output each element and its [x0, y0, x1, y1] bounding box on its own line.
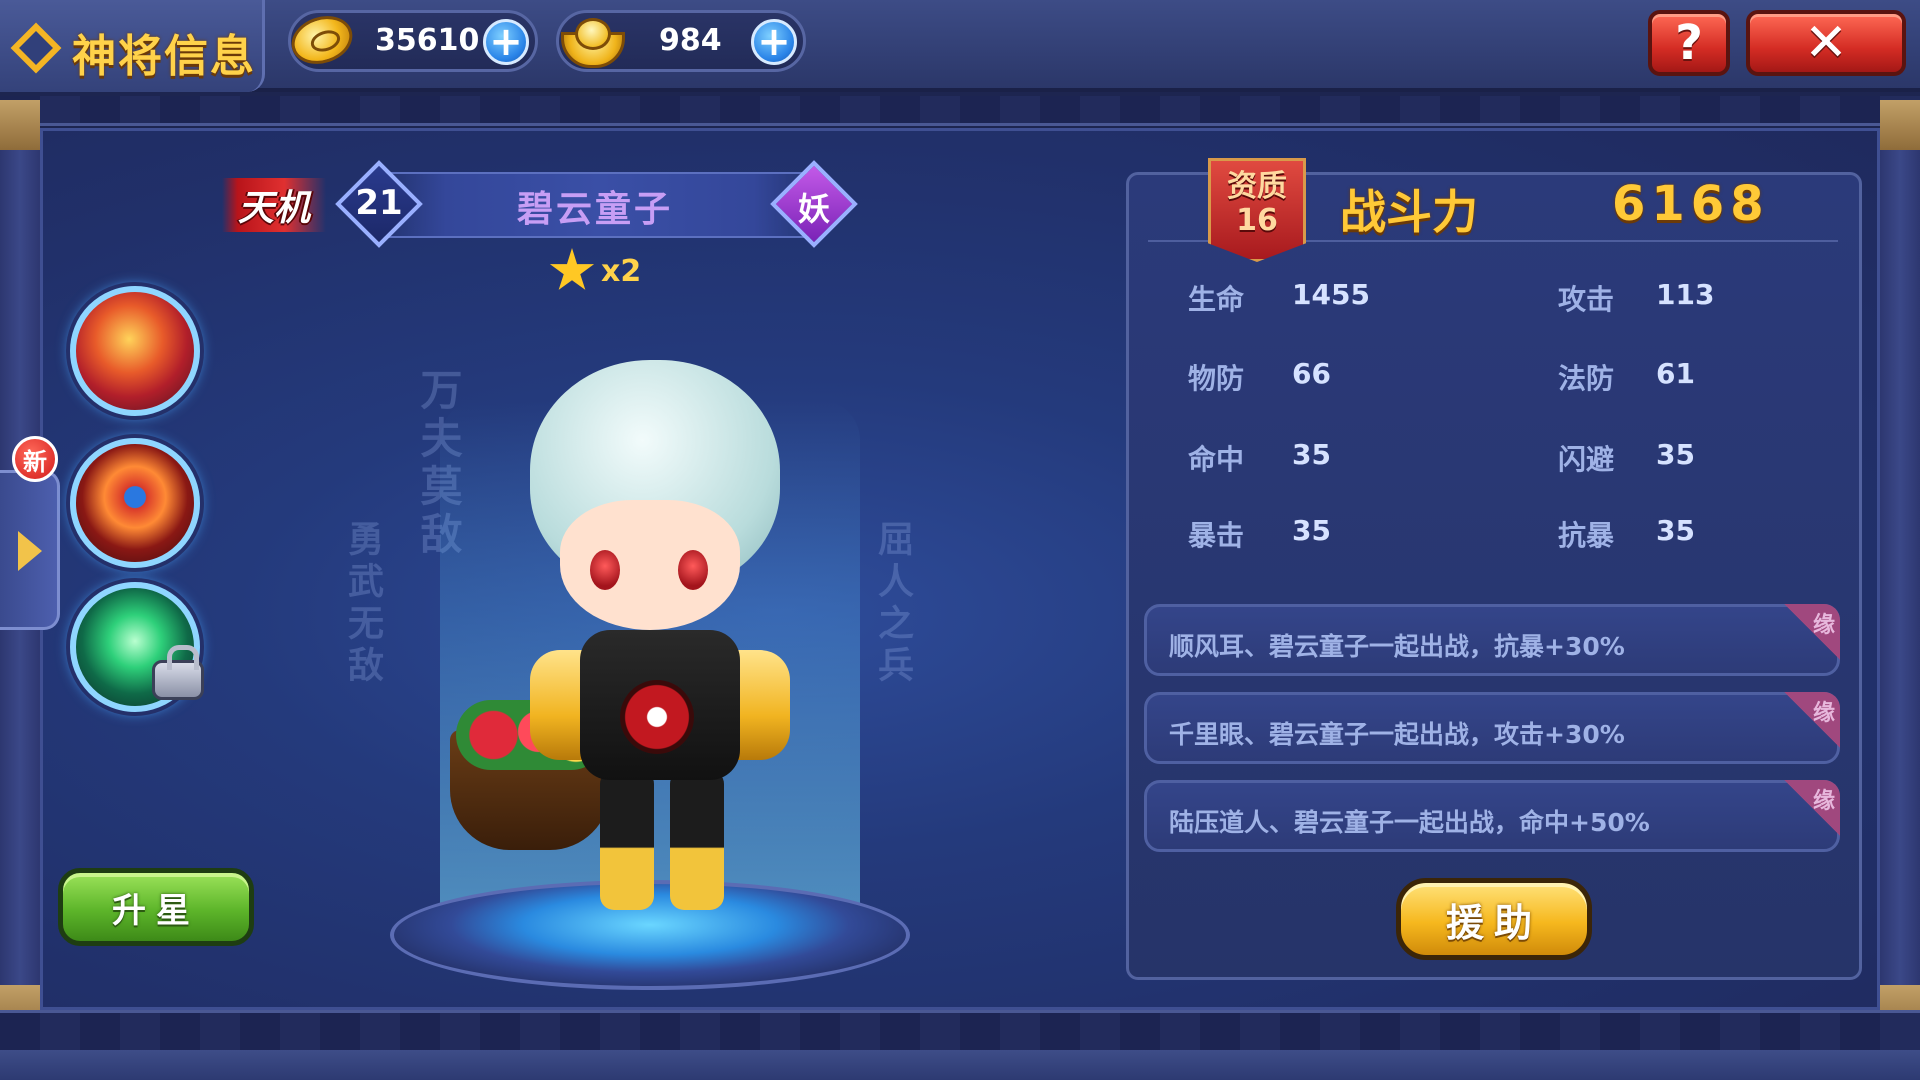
scroll-text-right-1: 屈人之兵 [872, 520, 913, 688]
stat-value-hp: 1455 [1292, 278, 1370, 311]
coin-value: 35610 [375, 23, 480, 58]
coin-counter: 35610 + [285, 8, 538, 72]
fate-tag: 缘 [1812, 789, 1835, 814]
skill-slot-flower-basket[interactable] [70, 286, 200, 416]
page-title: 神将信息 [72, 31, 256, 82]
add-coin-button[interactable]: + [483, 19, 529, 65]
right-pillar-cap-top [1880, 100, 1920, 150]
hero-right-eye [678, 550, 708, 590]
fate-bond-text: 顺风耳、碧云童子一起出战，抗暴+30% [1169, 632, 1625, 661]
stat-value-hit: 35 [1292, 438, 1331, 471]
stat-label-magic-def: 法防 [1558, 362, 1615, 395]
ingot-value: 984 [659, 23, 722, 58]
quality-label: 资质 [1227, 169, 1287, 204]
stat-value-crit: 35 [1292, 514, 1331, 547]
bottom-frame-band [0, 1010, 1920, 1050]
fate-bond-text: 千里眼、碧云童子一起出战，攻击+30% [1169, 720, 1625, 749]
faction-badge: 天机 [222, 178, 326, 232]
hero-face [560, 500, 740, 630]
right-pillar [1880, 100, 1920, 1040]
stat-label-crit: 暴击 [1188, 519, 1245, 552]
coin-icon [285, 8, 359, 72]
hero-left-leg [600, 770, 654, 910]
lock-icon [152, 645, 204, 700]
title-area: 神将信息 [0, 0, 265, 92]
hero-level: 21 [355, 183, 403, 223]
hero-race: 妖 [797, 190, 830, 228]
top-bar: 神将信息 35610 + 984 + ? ✕ [0, 0, 1920, 92]
upgrade-star-button[interactable]: 升星 [58, 868, 254, 946]
combat-power-value: 6168 [1612, 176, 1770, 232]
hero-name: 碧云童子 [516, 189, 673, 230]
side-expand-tab[interactable] [0, 470, 60, 630]
assist-button[interactable]: 援助 [1396, 878, 1592, 960]
expand-arrow-icon [18, 531, 42, 571]
stat-label-dodge: 闪避 [1558, 443, 1615, 476]
help-button[interactable]: ? [1648, 10, 1730, 76]
add-ingot-button[interactable]: + [751, 19, 797, 65]
top-frame-band [0, 96, 1920, 126]
skill-slot-heart-emblem[interactable] [70, 438, 200, 568]
stat-value-phys-def: 66 [1292, 357, 1331, 390]
stat-label-phys-def: 物防 [1188, 362, 1245, 395]
bottom-strip [0, 1050, 1920, 1080]
title-diamond-icon [10, 22, 62, 74]
fate-bond-text: 陆压道人、碧云童子一起出战，命中+50% [1169, 808, 1650, 837]
new-badge: 新 [12, 436, 58, 482]
gold-ingot-icon [555, 9, 625, 71]
fate-tag: 缘 [1812, 701, 1835, 726]
fate-bond-row[interactable]: 千里眼、碧云童子一起出战，攻击+30% 缘 [1144, 692, 1840, 764]
hero-belt-emblem [620, 680, 694, 754]
close-button[interactable]: ✕ [1746, 10, 1906, 76]
left-pillar-cap-top [0, 100, 40, 150]
quality-badge: 资质 16 [1208, 170, 1306, 238]
fate-tag: 缘 [1812, 613, 1835, 638]
skill-slot-locked[interactable] [70, 582, 204, 712]
scroll-text-left-2: 勇武无敌 [342, 520, 383, 688]
star-count: x2 [601, 254, 642, 289]
stat-value-crit-resist: 35 [1656, 514, 1695, 547]
stat-label-hp: 生命 [1188, 283, 1245, 316]
fate-bond-row[interactable]: 顺风耳、碧云童子一起出战，抗暴+30% 缘 [1144, 604, 1840, 676]
fate-bond-row[interactable]: 陆压道人、碧云童子一起出战，命中+50% 缘 [1144, 780, 1840, 852]
stat-value-dodge: 35 [1656, 438, 1695, 471]
combat-power-label: 战斗力 [1340, 185, 1478, 239]
stat-value-attack: 113 [1656, 278, 1715, 311]
hero-right-leg [670, 770, 724, 910]
stat-label-hit: 命中 [1188, 443, 1245, 476]
ingot-counter: 984 + [556, 10, 806, 72]
stat-label-crit-resist: 抗暴 [1558, 519, 1615, 552]
quality-value: 16 [1236, 203, 1278, 238]
hero-portrait[interactable] [450, 300, 830, 940]
stat-label-attack: 攻击 [1558, 283, 1615, 316]
hero-left-eye [590, 550, 620, 590]
stat-value-magic-def: 61 [1656, 357, 1695, 390]
